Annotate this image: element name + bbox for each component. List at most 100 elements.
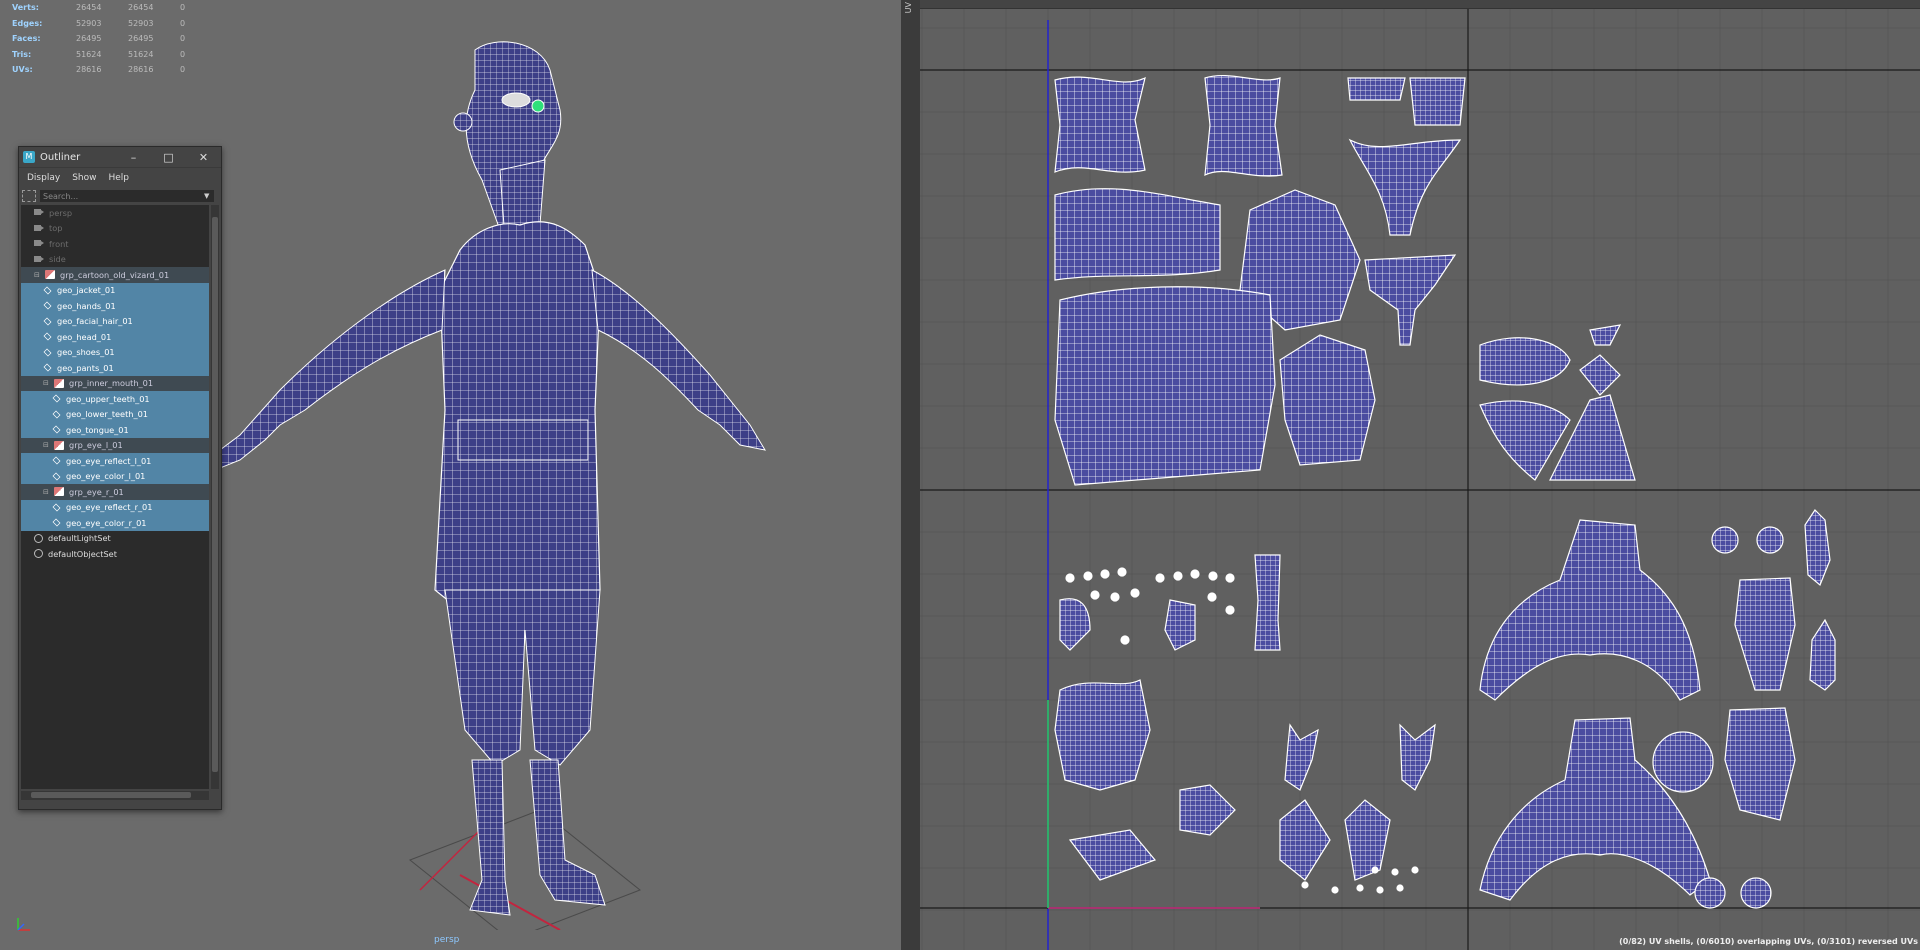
expand-toggle-icon[interactable]: ⊟ — [43, 379, 51, 387]
hud-v2: 52903 — [128, 18, 154, 28]
hud-v3: 0 — [180, 65, 186, 74]
camera-icon — [34, 208, 44, 217]
outliner-item[interactable]: front — [21, 236, 209, 252]
vertical-scrollbar[interactable] — [211, 205, 219, 789]
ground-grid — [409, 809, 641, 930]
mesh-icon — [43, 286, 52, 295]
close-icon[interactable]: ✕ — [186, 151, 221, 164]
pants-mesh — [444, 589, 601, 766]
outliner-item-label: grp_inner_mouth_01 — [69, 378, 154, 389]
mesh-icon — [52, 456, 61, 465]
outliner-item[interactable]: geo_pants_01 — [21, 360, 209, 376]
uv-layout-canvas[interactable] — [920, 0, 1920, 950]
hud-v3: 0 — [180, 3, 186, 12]
hud-v1: 26495 — [76, 34, 102, 43]
outliner-item-label: persp — [49, 207, 73, 218]
outliner-item[interactable]: geo_eye_reflect_r_01 — [21, 499, 209, 515]
outliner-item[interactable]: persp — [21, 205, 209, 221]
legs-mesh — [469, 759, 606, 916]
hud-v2: 26495 — [128, 34, 154, 43]
menu-display[interactable]: Display — [27, 173, 60, 183]
hud-row: Verts: 26454 26454 0 — [12, 0, 200, 16]
camera-icon — [34, 224, 44, 233]
mesh-icon — [52, 503, 61, 512]
mesh-icon — [43, 317, 52, 326]
outliner-item[interactable]: geo_lower_teeth_01 — [21, 406, 209, 422]
outliner-item[interactable]: ⊟ grp_eye_l_01 — [21, 437, 209, 453]
outliner-item-label: defaultLightSet — [48, 533, 111, 544]
hud-v1: 51624 — [76, 49, 102, 59]
outliner-item[interactable]: ⊟ grp_inner_mouth_01 — [21, 375, 209, 391]
horizontal-scrollbar[interactable] — [21, 791, 209, 800]
uv-editor-tab[interactable]: UV — [904, 2, 913, 13]
outliner-item-label: geo_eye_reflect_l_01 — [66, 455, 152, 466]
hud-v3: 0 — [180, 49, 186, 59]
chevron-down-icon[interactable]: ▼ — [204, 192, 209, 200]
outliner-tree[interactable]: persp top front side ⊟ grp_cartoon_old_vizard… — [21, 205, 209, 789]
group-icon — [54, 378, 64, 388]
outliner-item-label: front — [49, 238, 69, 249]
outliner-item[interactable]: geo_hands_01 — [21, 298, 209, 314]
search-row: ▼ — [19, 188, 221, 204]
wizard-character-mesh[interactable] — [220, 30, 780, 930]
panel-divider[interactable] — [901, 0, 920, 950]
uv-editor-panel[interactable]: (0/82) UV shells, (0/6010) overlapping U… — [920, 0, 1920, 950]
outliner-item[interactable]: geo_jacket_01 — [21, 282, 209, 298]
outliner-item[interactable]: geo_tongue_01 — [21, 422, 209, 438]
hud-row: Edges: 52903 52903 0 — [12, 16, 200, 32]
mesh-icon — [52, 394, 61, 403]
expand-toggle-icon[interactable]: ⊟ — [43, 488, 51, 496]
left-arm-mesh — [220, 269, 446, 469]
outliner-item[interactable]: geo_shoes_01 — [21, 344, 209, 360]
search-input[interactable] — [40, 190, 214, 202]
maximize-icon[interactable]: □ — [151, 151, 186, 164]
maya-logo-icon: M — [23, 151, 35, 163]
outliner-item[interactable]: geo_head_01 — [21, 329, 209, 345]
outliner-item[interactable]: geo_eye_reflect_l_01 — [21, 453, 209, 469]
frame-selection-icon[interactable] — [22, 190, 36, 202]
menu-show[interactable]: Show — [72, 173, 96, 183]
outliner-menubar: Display Show Help — [19, 168, 221, 188]
uv-toolbar[interactable] — [920, 0, 1920, 9]
hud-label: Tris: — [12, 49, 32, 59]
group-icon — [54, 440, 64, 450]
outliner-item[interactable]: geo_facial_hair_01 — [21, 313, 209, 329]
hud-label: Edges: — [12, 18, 43, 28]
menu-help[interactable]: Help — [108, 173, 129, 183]
group-icon — [54, 487, 64, 497]
outliner-window[interactable]: M Outliner – □ ✕ Display Show Help ▼ per… — [18, 146, 222, 810]
hud-v3: 0 — [180, 34, 186, 43]
outliner-item[interactable]: geo_eye_color_r_01 — [21, 515, 209, 531]
outliner-item[interactable]: geo_eye_color_l_01 — [21, 468, 209, 484]
outliner-title: Outliner — [40, 151, 81, 163]
set-icon — [34, 533, 43, 543]
uv-shells-tile-bottom — [1054, 509, 1836, 909]
minimize-icon[interactable]: – — [116, 151, 151, 164]
hud-v2: 26454 — [128, 3, 154, 12]
outliner-item[interactable]: defaultObjectSet — [21, 546, 209, 562]
set-icon — [34, 549, 43, 559]
hud-label: UVs: — [12, 65, 33, 74]
hud-v1: 26454 — [76, 3, 102, 12]
expand-toggle-icon[interactable]: ⊟ — [34, 271, 42, 279]
uv-status-readout: (0/82) UV shells, (0/6010) overlapping U… — [1619, 937, 1918, 946]
outliner-item-label: geo_eye_color_r_01 — [66, 517, 147, 528]
expand-toggle-icon[interactable]: ⊟ — [43, 441, 51, 449]
outliner-item[interactable]: geo_upper_teeth_01 — [21, 391, 209, 407]
outliner-titlebar[interactable]: M Outliner – □ ✕ — [19, 147, 221, 168]
hud-row: Tris: 51624 51624 0 — [12, 47, 200, 63]
outliner-item[interactable]: top — [21, 221, 209, 237]
outliner-item-label: geo_facial_hair_01 — [57, 316, 133, 327]
hud-row: Faces: 26495 26495 0 — [12, 31, 200, 47]
outliner-item[interactable]: defaultLightSet — [21, 531, 209, 547]
mesh-icon — [52, 425, 61, 434]
outliner-item[interactable]: side — [21, 252, 209, 268]
mesh-icon — [52, 518, 61, 527]
hud-v2: 51624 — [128, 49, 154, 59]
outliner-item-label: grp_cartoon_old_vizard_01 — [60, 269, 170, 280]
outliner-item[interactable]: ⊟ grp_eye_r_01 — [21, 484, 209, 500]
outliner-item-label: side — [49, 254, 66, 265]
outliner-item-label: grp_eye_l_01 — [69, 440, 123, 451]
outliner-item[interactable]: ⊟ grp_cartoon_old_vizard_01 — [21, 267, 209, 283]
mesh-icon — [43, 348, 52, 357]
